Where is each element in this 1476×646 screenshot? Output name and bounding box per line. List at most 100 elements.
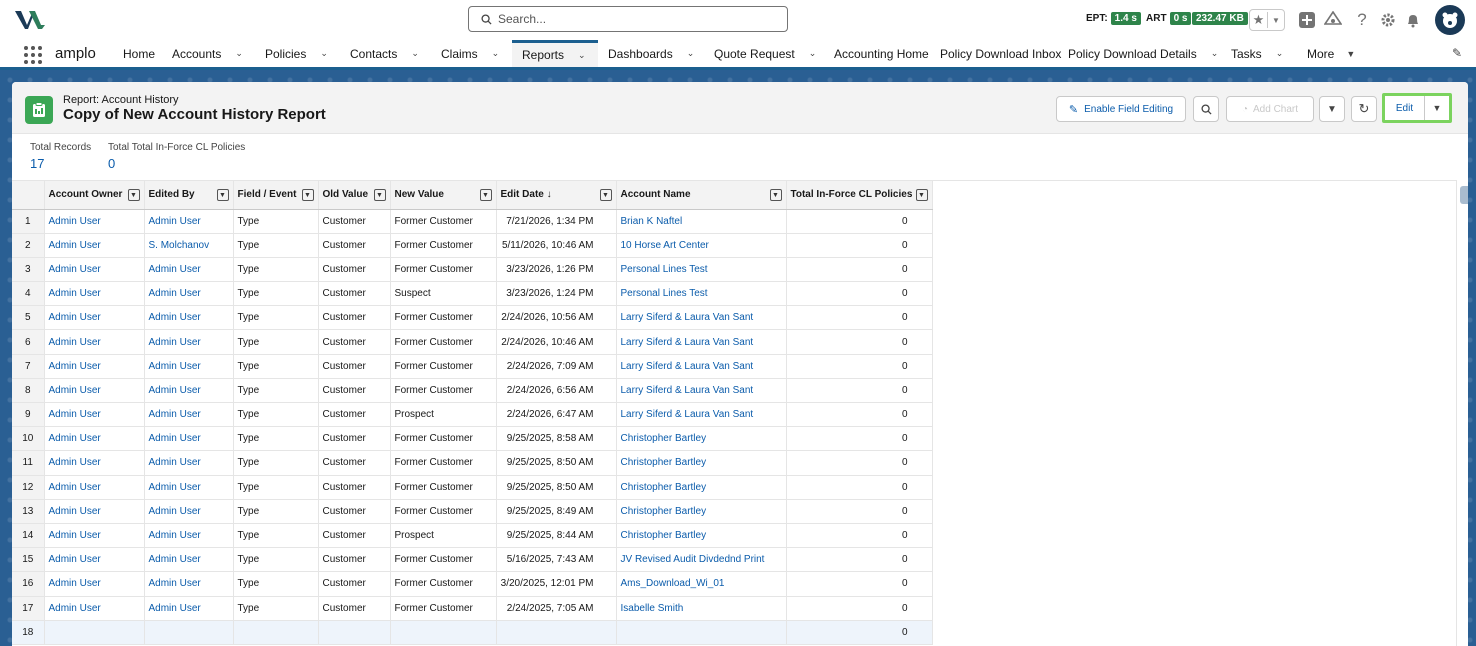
column-menu-icon[interactable]: ▼ xyxy=(479,189,492,201)
nav-item-claims[interactable]: Claims ⌄ xyxy=(441,40,499,67)
nav-item-home[interactable]: Home xyxy=(123,40,155,67)
table-cell[interactable]: Larry Siferd & Laura Van Sant xyxy=(616,378,787,404)
table-row[interactable]: 13 Admin User Admin User Type Customer Former… xyxy=(12,499,933,524)
company-logo-icon[interactable] xyxy=(14,8,46,32)
search-report-button[interactable] xyxy=(1193,96,1219,122)
table-cell[interactable]: Personal Lines Test xyxy=(616,281,787,307)
table-cell[interactable]: Admin User xyxy=(44,329,145,355)
table-cell[interactable]: Christopher Bartley xyxy=(616,475,787,500)
filter-button[interactable]: ▼ xyxy=(1319,96,1345,122)
table-cell[interactable]: Admin User xyxy=(44,523,145,549)
table-cell[interactable]: Admin User xyxy=(44,354,145,379)
table-cell[interactable]: Admin User xyxy=(44,378,145,404)
nav-item-tasks[interactable]: Tasks ⌄ xyxy=(1231,40,1283,67)
caret-down-icon[interactable]: ▼ xyxy=(1425,96,1449,120)
column-menu-icon[interactable]: ▼ xyxy=(373,189,386,201)
table-cell[interactable]: Larry Siferd & Laura Van Sant xyxy=(616,402,787,428)
table-row[interactable]: 3 Admin User Admin User Type Customer Former … xyxy=(12,257,933,283)
table-cell[interactable]: Personal Lines Test xyxy=(616,257,787,283)
global-actions-icon[interactable] xyxy=(1297,10,1317,30)
table-row[interactable]: 4 Admin User Admin User Type Customer Suspect… xyxy=(12,281,933,307)
table-row[interactable]: 15 Admin User Admin User Type Customer Former… xyxy=(12,547,933,573)
nav-item-more[interactable]: More ▼ xyxy=(1307,40,1355,67)
table-cell[interactable]: Larry Siferd & Laura Van Sant xyxy=(616,329,787,355)
table-cell[interactable]: Admin User xyxy=(44,547,145,573)
chevron-down-icon[interactable]: ⌄ xyxy=(1276,48,1284,59)
avatar[interactable] xyxy=(1435,5,1465,35)
table-cell[interactable]: Admin User xyxy=(144,571,234,597)
table-cell[interactable]: JV Revised Audit Divdednd Print xyxy=(616,547,787,573)
table-cell[interactable]: Admin User xyxy=(144,329,234,355)
scroll-area[interactable] xyxy=(1456,180,1468,646)
nav-item-contacts[interactable]: Contacts ⌄ xyxy=(350,40,419,67)
star-icon[interactable]: ★ xyxy=(1250,12,1268,28)
table-row[interactable]: 7 Admin User Admin User Type Customer Former … xyxy=(12,354,933,379)
table-cell[interactable]: Isabelle Smith xyxy=(616,596,787,621)
table-cell[interactable]: Admin User xyxy=(44,305,145,331)
table-cell[interactable]: Admin User xyxy=(44,571,145,597)
table-cell[interactable]: Admin User xyxy=(144,402,234,428)
table-row[interactable]: 16 Admin User Admin User Type Customer Former… xyxy=(12,571,933,597)
table-cell[interactable]: Admin User xyxy=(44,426,145,452)
nav-item-accounting-home[interactable]: Accounting Home xyxy=(834,40,929,67)
table-cell[interactable]: Admin User xyxy=(44,281,145,307)
table-cell[interactable]: Admin User xyxy=(144,305,234,331)
table-cell[interactable]: Admin User xyxy=(144,475,234,500)
table-cell[interactable]: Ams_Download_Wi_01 xyxy=(616,571,787,597)
table-cell[interactable]: Admin User xyxy=(144,596,234,621)
table-cell[interactable]: Admin User xyxy=(144,547,234,573)
column-menu-icon[interactable]: ▼ xyxy=(301,189,314,201)
nav-item-quote-request[interactable]: Quote Request ⌄ xyxy=(714,40,816,67)
table-cell[interactable]: Admin User xyxy=(144,354,234,379)
column-header[interactable]: Edit Date ↓ ▼ xyxy=(496,181,617,210)
column-header[interactable]: Edited By ▼ xyxy=(144,181,234,210)
table-cell[interactable]: Admin User xyxy=(144,281,234,307)
column-header[interactable]: New Value ▼ xyxy=(390,181,497,210)
table-cell[interactable]: Admin User xyxy=(144,378,234,404)
column-header[interactable]: Account Owner ▼ xyxy=(44,181,145,210)
table-row[interactable]: 1 Admin User Admin User Type Customer Former … xyxy=(12,209,933,234)
table-cell[interactable]: Admin User xyxy=(44,596,145,621)
nav-item-policies[interactable]: Policies ⌄ xyxy=(265,40,328,67)
column-menu-icon[interactable]: ▼ xyxy=(769,189,782,201)
help-icon[interactable]: ? xyxy=(1352,10,1372,30)
table-cell[interactable]: Christopher Bartley xyxy=(616,450,787,476)
chevron-down-icon[interactable]: ⌄ xyxy=(1211,48,1219,59)
table-row[interactable]: 14 Admin User Admin User Type Customer Prospe… xyxy=(12,523,933,549)
table-cell[interactable]: Admin User xyxy=(144,257,234,283)
bell-icon[interactable] xyxy=(1403,10,1423,30)
nav-item-reports[interactable]: Reports ⌄ xyxy=(512,40,598,67)
caret-down-icon[interactable]: ▼ xyxy=(1346,49,1355,59)
table-cell[interactable]: Admin User xyxy=(44,257,145,283)
edit-button[interactable]: Edit xyxy=(1385,96,1425,120)
table-row[interactable]: 11 Admin User Admin User Type Customer Former… xyxy=(12,450,933,476)
table-row[interactable]: 6 Admin User Admin User Type Customer Former … xyxy=(12,329,933,355)
table-row[interactable]: 10 Admin User Admin User Type Customer Former… xyxy=(12,426,933,452)
table-cell[interactable]: Brian K Naftel xyxy=(616,209,787,234)
table-cell[interactable]: Christopher Bartley xyxy=(616,426,787,452)
chevron-down-icon[interactable]: ⌄ xyxy=(578,50,586,61)
nav-item-dashboards[interactable]: Dashboards ⌄ xyxy=(608,40,694,67)
favorites-button[interactable]: ★ ▼ xyxy=(1249,9,1285,31)
table-cell[interactable]: 10 Horse Art Center xyxy=(616,233,787,258)
gear-icon[interactable] xyxy=(1378,10,1398,30)
panel-toggle-handle[interactable] xyxy=(1460,186,1468,204)
table-cell[interactable]: Admin User xyxy=(44,402,145,428)
chevron-down-icon[interactable]: ⌄ xyxy=(411,48,419,59)
table-cell[interactable]: Admin User xyxy=(44,450,145,476)
table-cell[interactable]: Admin User xyxy=(44,475,145,500)
chevron-down-icon[interactable]: ⌄ xyxy=(320,48,328,59)
column-menu-icon[interactable]: ▼ xyxy=(915,189,928,201)
table-cell[interactable]: Admin User xyxy=(144,426,234,452)
table-cell[interactable]: Admin User xyxy=(44,499,145,524)
table-row[interactable]: 2 Admin User S. Molchanov Type Customer Forme… xyxy=(12,233,933,258)
column-header[interactable]: Account Name ▼ xyxy=(616,181,787,210)
chevron-down-icon[interactable]: ▼ xyxy=(1268,16,1284,25)
table-cell[interactable]: Larry Siferd & Laura Van Sant xyxy=(616,305,787,331)
column-header[interactable]: Field / Event ▼ xyxy=(233,181,319,210)
global-search-input[interactable]: Search... xyxy=(468,6,788,32)
table-row[interactable]: 8 Admin User Admin User Type Customer Former … xyxy=(12,378,933,404)
table-cell[interactable]: Admin User xyxy=(44,209,145,234)
table-cell[interactable]: Christopher Bartley xyxy=(616,499,787,524)
table-cell[interactable]: Admin User xyxy=(144,523,234,549)
